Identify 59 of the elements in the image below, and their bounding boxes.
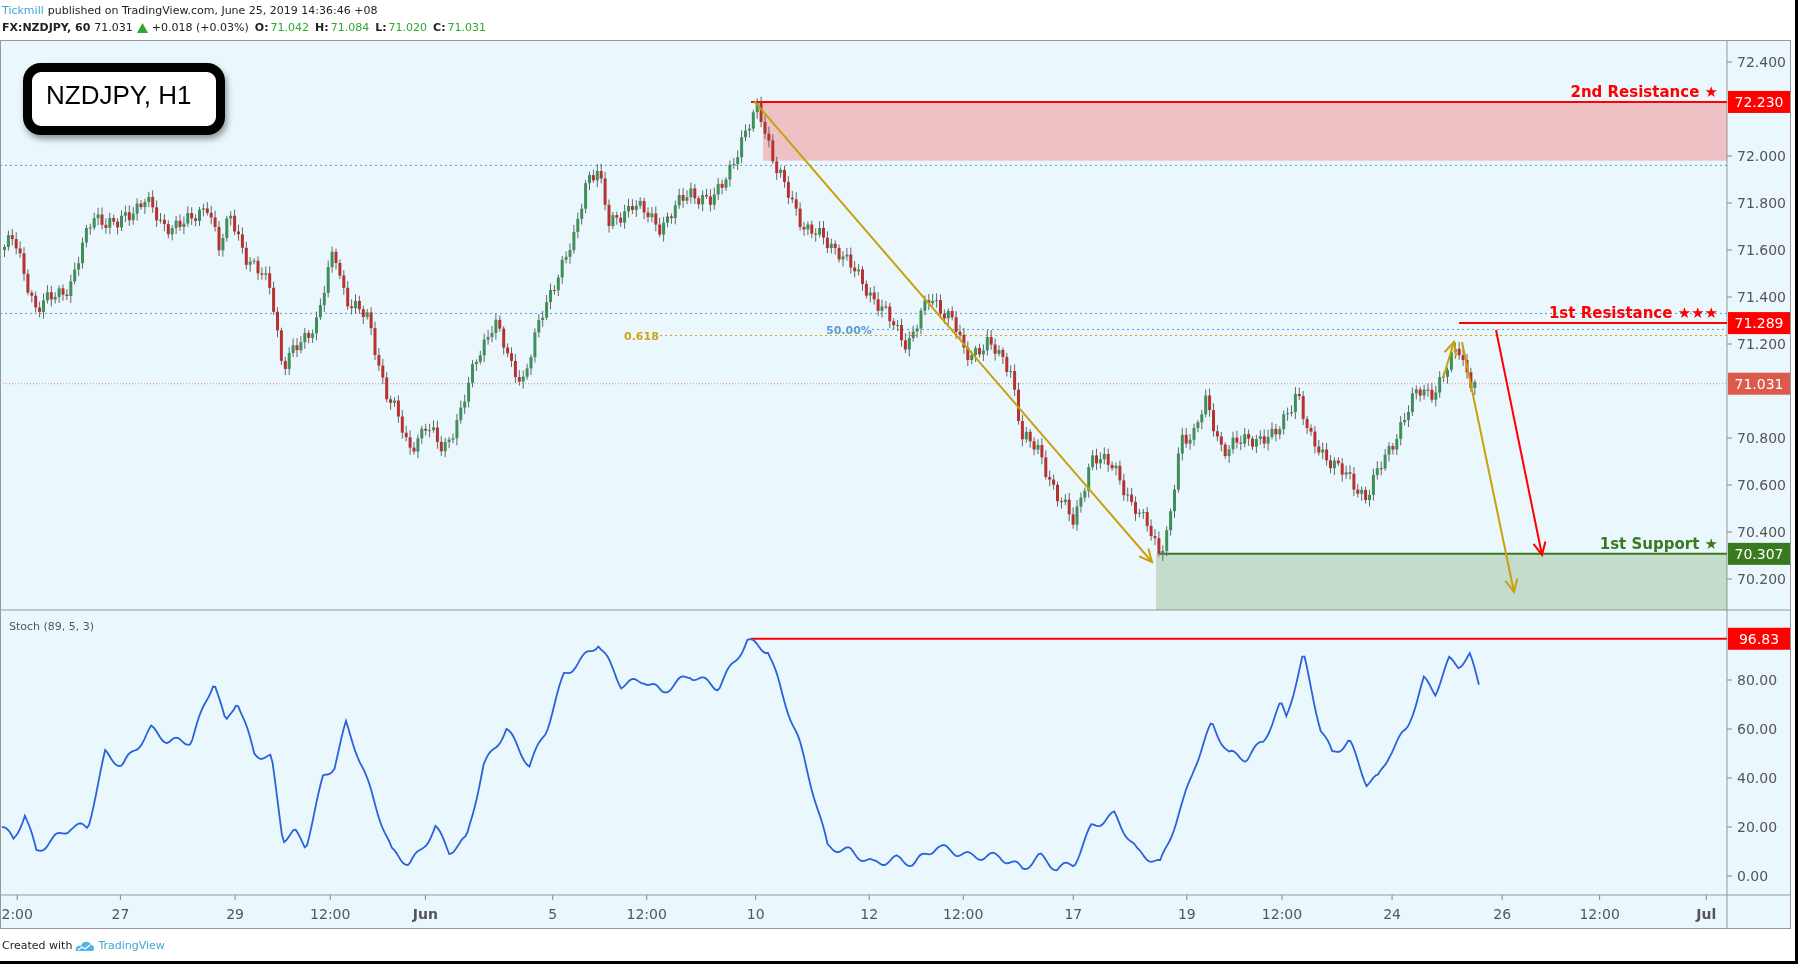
level-label: 2nd Resistance ★: [1570, 82, 1718, 101]
axis-label: 71.600: [1737, 242, 1786, 258]
symbol-label: FX:NZDJPY, 60: [2, 21, 91, 34]
axis-label: 70.400: [1737, 524, 1786, 540]
axis-label: 12:00: [626, 906, 667, 922]
ohlc-value: 71.042: [270, 21, 310, 34]
ohlc-label: H:: [315, 21, 329, 34]
brand-link[interactable]: TradingView: [98, 938, 165, 952]
axis-label: 12:00: [1261, 906, 1303, 922]
footer-text: Created with: [2, 938, 73, 952]
axis-label: 40.00: [1737, 770, 1778, 786]
axis-label: 24: [1383, 906, 1401, 922]
ohlc-label: O:: [254, 21, 269, 34]
axis-label: 12:00: [310, 906, 351, 922]
chart-title: NZDJPY, H1: [23, 63, 225, 135]
axis-label: Jul: [1696, 906, 1717, 922]
fib-label: 50.00%: [826, 324, 872, 337]
axis-label: 70.200: [1737, 571, 1786, 587]
ohlc-value: 71.031: [447, 21, 487, 34]
axis-label: 17: [1064, 906, 1083, 922]
price-tag: 71.289: [1728, 312, 1790, 335]
axis-label: 29: [226, 906, 244, 922]
axis-label: 71.800: [1737, 195, 1786, 211]
axis-label: 12:00: [1579, 906, 1620, 922]
indicator-label: Stoch (89, 5, 3): [9, 620, 95, 633]
axis-label: 10: [746, 906, 765, 922]
ohlc-value: 71.020: [388, 21, 428, 34]
axis-label: 5: [548, 906, 558, 922]
axis-label: 12:00: [943, 906, 984, 922]
axis-label: Jun: [412, 906, 438, 922]
ohlc-label: C:: [433, 21, 446, 34]
level-label: 1st Support ★: [1599, 534, 1718, 553]
price-tag: 72.230: [1728, 90, 1790, 113]
axis-label: 27: [111, 906, 130, 922]
axis-label: 70.600: [1737, 477, 1786, 493]
axis-label: 72.400: [1737, 54, 1786, 70]
axis-label: 71.400: [1737, 289, 1786, 305]
axis-label: 70.800: [1737, 430, 1786, 446]
axis-label: 19: [1177, 906, 1196, 922]
axis-label: 72.000: [1737, 148, 1786, 164]
ohlc-value: 71.084: [330, 21, 370, 34]
price-change: +0.018 (+0.03%): [151, 21, 249, 34]
last-price: 71.031: [94, 21, 133, 34]
ohlc-label: L:: [375, 21, 387, 34]
level-label: 1st Resistance ★★★: [1548, 304, 1718, 323]
axis-label: 60.00: [1737, 721, 1778, 737]
fib-label: 0.618: [624, 330, 659, 343]
axis-label: 12: [860, 906, 879, 922]
publish-info: published on TradingView.com, June 25, 2019 14:36:46 +08: [47, 4, 378, 17]
price-tag: 71.031: [1728, 372, 1790, 395]
price-tag: 70.307: [1728, 542, 1790, 565]
axis-label: 0.00: [1737, 868, 1769, 884]
publisher-link[interactable]: Tickmill: [2, 4, 44, 17]
axis-label: 2:00: [1, 906, 33, 922]
axis-label: 71.200: [1737, 336, 1786, 352]
axis-label: 80.00: [1737, 672, 1778, 688]
price-tag: 96.83: [1728, 627, 1790, 650]
axis-label: 20.00: [1737, 819, 1778, 835]
axis-label: 26: [1493, 906, 1512, 922]
